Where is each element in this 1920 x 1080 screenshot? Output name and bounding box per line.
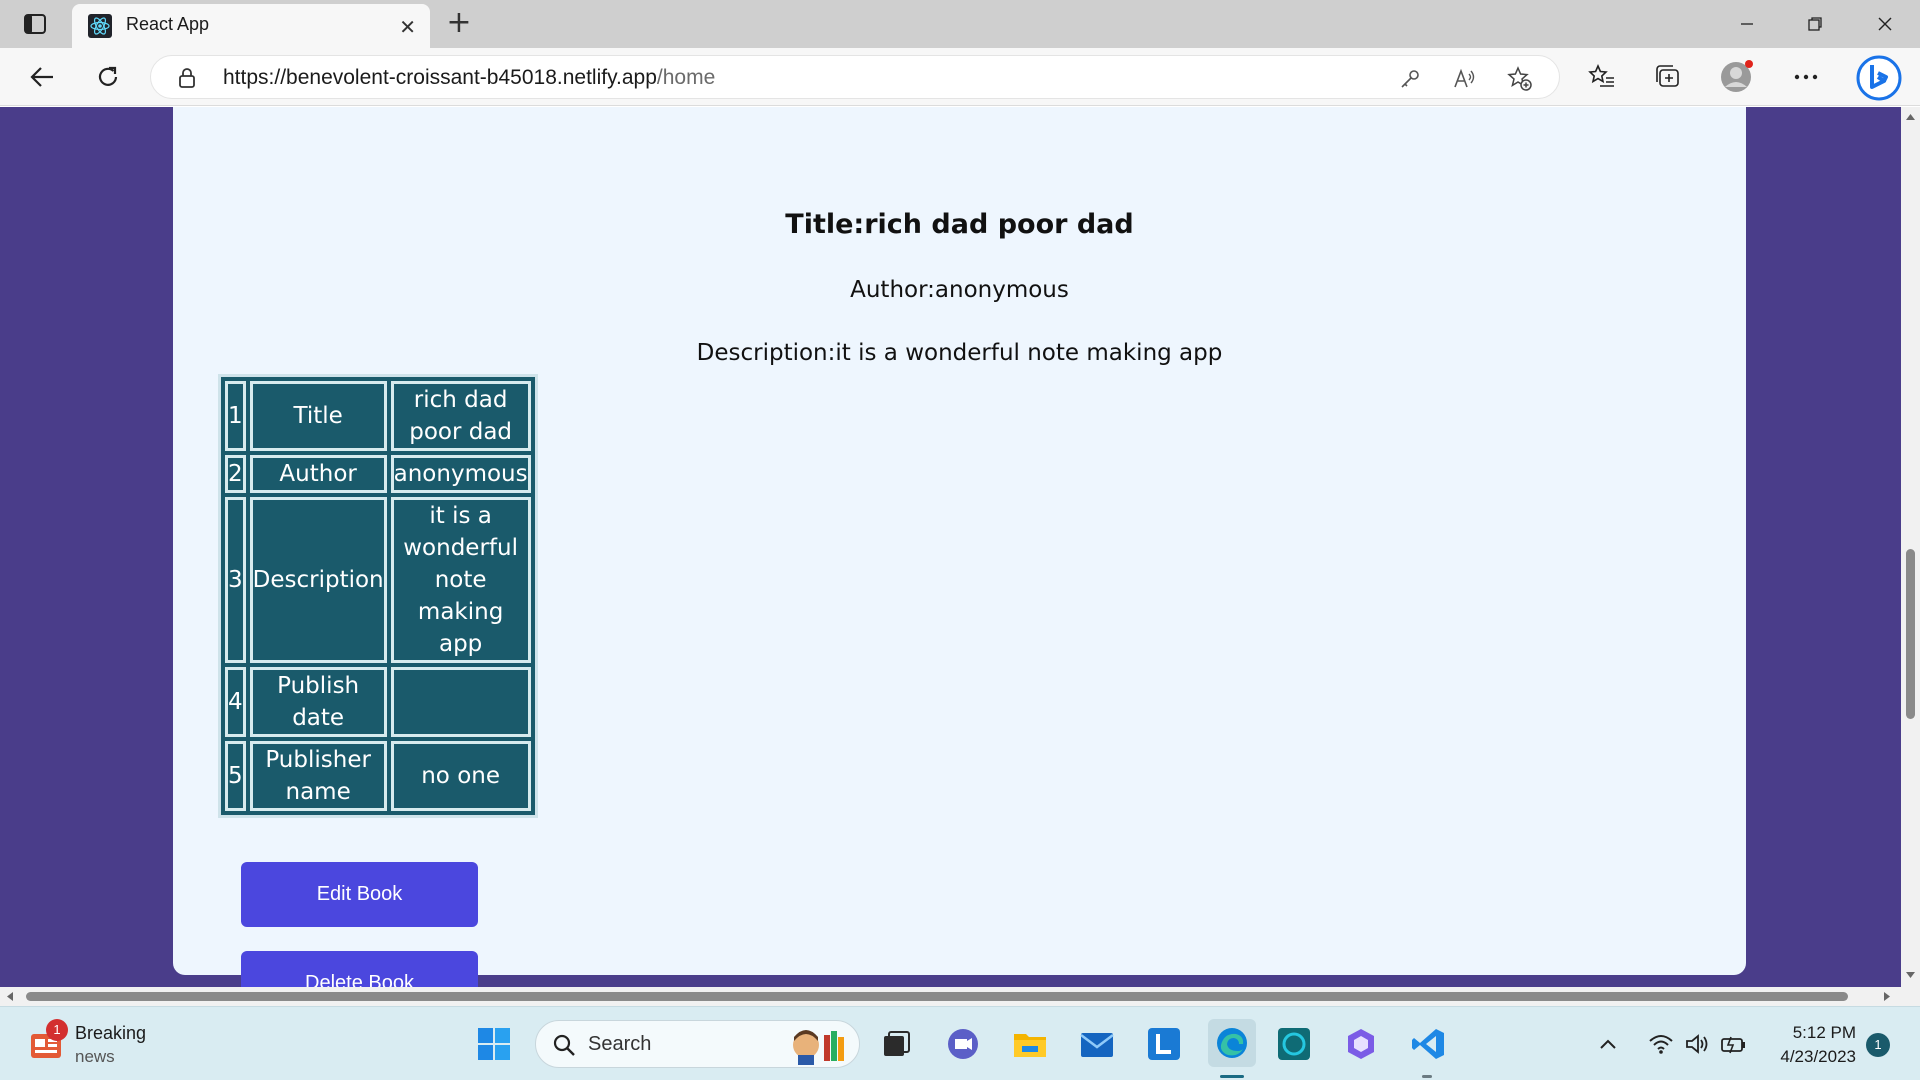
close-window-icon[interactable]	[1862, 8, 1908, 40]
url-text[interactable]: https://benevolent-croissant-b45018.netl…	[223, 66, 715, 90]
refresh-icon[interactable]	[90, 59, 126, 95]
profile-avatar-icon[interactable]	[1718, 59, 1754, 95]
row-index: 5	[225, 741, 246, 811]
read-aloud-icon[interactable]	[1451, 66, 1477, 92]
table-row: 1 Title rich dad poor dad	[225, 381, 531, 451]
bing-copilot-icon[interactable]	[1856, 55, 1902, 101]
table-row: 5 Publisher name no one	[225, 741, 531, 811]
notification-count[interactable]: 1	[1866, 1033, 1890, 1057]
add-favorite-icon[interactable]	[1507, 66, 1533, 92]
clock-time: 5:12 PM	[1792, 1023, 1856, 1042]
table-row: 3 Description it is a wonderful note mak…	[225, 497, 531, 663]
book-author: Author:anonymous	[850, 277, 1069, 303]
battery-icon[interactable]	[1718, 1024, 1748, 1064]
horizontal-scrollbar[interactable]	[0, 987, 1901, 1006]
vscode-icon[interactable]	[1408, 1024, 1448, 1064]
react-logo-icon	[88, 14, 112, 38]
file-explorer-icon[interactable]	[1010, 1024, 1050, 1064]
vertical-scrollbar-thumb[interactable]	[1906, 549, 1915, 719]
row-key: Author	[249, 455, 387, 493]
tab-title: React App	[126, 14, 210, 34]
book-details-table: 1 Title rich dad poor dad 2 Author anony…	[218, 374, 538, 818]
back-icon[interactable]	[24, 59, 60, 95]
copilot-app-icon[interactable]	[1341, 1024, 1381, 1064]
vertical-scrollbar[interactable]	[1901, 107, 1920, 987]
row-value: anonymous	[390, 455, 531, 493]
new-tab-icon[interactable]: +	[442, 6, 476, 40]
browser-tab-bar: React App ✕ +	[0, 0, 1920, 48]
taskbar-search[interactable]: Search	[535, 1020, 860, 1068]
teams-chat-icon[interactable]	[943, 1024, 983, 1064]
taskbar: 1 Breaking news Search 5:12 PM 4/23/2023…	[0, 1006, 1920, 1080]
favorites-icon[interactable]	[1584, 59, 1620, 95]
table-row: 2 Author anonymous	[225, 455, 531, 493]
search-highlight-icon	[793, 1030, 844, 1065]
scroll-right-arrow-icon[interactable]	[1883, 991, 1891, 1002]
minimize-icon[interactable]	[1724, 8, 1770, 40]
row-index: 2	[225, 455, 246, 493]
edit-book-button[interactable]: Edit Book	[241, 862, 478, 927]
system-clock[interactable]: 5:12 PM 4/23/2023	[1780, 1021, 1856, 1069]
task-view-icon[interactable]	[876, 1024, 916, 1064]
start-windows-icon[interactable]	[474, 1024, 514, 1064]
row-key: Title	[249, 381, 387, 451]
horizontal-scrollbar-thumb[interactable]	[26, 992, 1848, 1001]
page-viewport: Title:rich dad poor dad Author:anonymous…	[0, 107, 1901, 987]
table-row: 4 Publish date	[225, 667, 531, 737]
book-description: Description:it is a wonderful note makin…	[696, 340, 1223, 366]
mail-icon[interactable]	[1077, 1024, 1117, 1064]
collections-icon[interactable]	[1650, 59, 1686, 95]
key-icon[interactable]	[1397, 66, 1423, 92]
book-details-card: Title:rich dad poor dad Author:anonymous…	[173, 107, 1746, 987]
search-label: Search	[588, 1033, 652, 1055]
news-subtitle: news	[75, 1047, 115, 1066]
row-index: 4	[225, 667, 246, 737]
l-app-icon[interactable]	[1144, 1024, 1184, 1064]
address-bar[interactable]: https://benevolent-croissant-b45018.netl…	[150, 55, 1560, 99]
scroll-up-arrow-icon[interactable]	[1905, 113, 1916, 121]
edge-browser-icon[interactable]	[1208, 1019, 1256, 1067]
row-key: Publish date	[249, 667, 387, 737]
search-icon	[553, 1034, 575, 1056]
scroll-left-arrow-icon[interactable]	[6, 991, 14, 1002]
close-tab-icon[interactable]: ✕	[399, 15, 416, 39]
restore-icon[interactable]	[1792, 8, 1838, 40]
clock-date: 4/23/2023	[1780, 1047, 1856, 1066]
url-host: https://benevolent-croissant-b45018.netl…	[223, 66, 657, 89]
news-badge: 1	[46, 1019, 68, 1041]
row-key: Publisher name	[249, 741, 387, 811]
book-title: Title:rich dad poor dad	[785, 209, 1134, 240]
active-app-indicator	[1220, 1075, 1244, 1078]
browser-nav-bar: https://benevolent-croissant-b45018.netl…	[0, 48, 1920, 106]
delete-book-button[interactable]: Delete Book	[241, 951, 478, 987]
row-value	[390, 667, 531, 737]
show-hidden-icons-chevron-icon[interactable]	[1594, 1024, 1622, 1064]
alexa-icon[interactable]	[1274, 1024, 1314, 1064]
volume-icon[interactable]	[1682, 1024, 1712, 1064]
scroll-down-arrow-icon[interactable]	[1905, 971, 1916, 979]
scrollbar-corner	[1901, 987, 1920, 1006]
running-app-indicator	[1422, 1075, 1432, 1078]
news-widget-text[interactable]: Breaking news	[75, 1021, 146, 1069]
more-options-icon[interactable]	[1788, 59, 1824, 95]
lock-icon[interactable]	[177, 67, 197, 89]
url-path: /home	[656, 66, 716, 89]
news-title: Breaking	[75, 1023, 147, 1043]
row-index: 1	[225, 381, 246, 451]
row-index: 3	[225, 497, 246, 663]
row-key: Description	[249, 497, 387, 663]
row-value: no one	[390, 741, 531, 811]
wifi-icon[interactable]	[1646, 1024, 1676, 1064]
row-value: rich dad poor dad	[390, 381, 531, 451]
browser-tab[interactable]: React App ✕	[72, 4, 430, 48]
row-value: it is a wonderful note making app	[390, 497, 531, 663]
tab-actions-icon[interactable]	[18, 12, 52, 36]
